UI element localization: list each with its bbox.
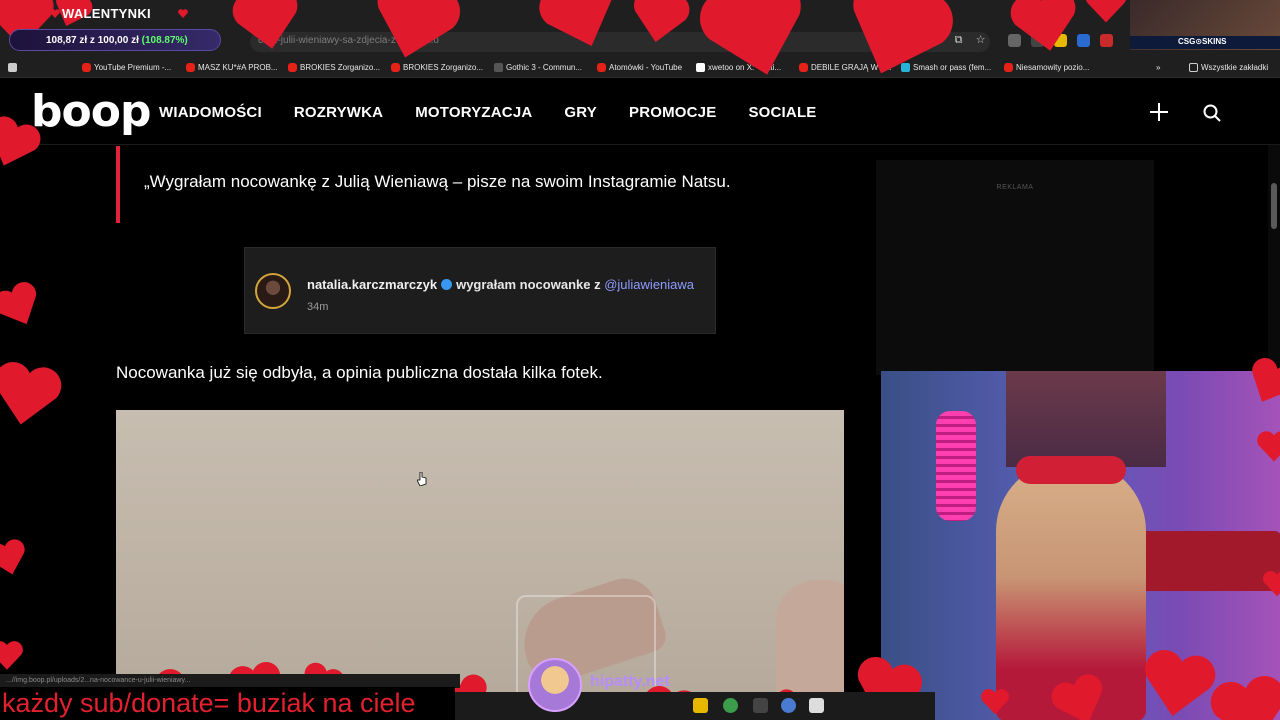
bookmark-item[interactable]: Smash or pass (fem... [901, 61, 991, 74]
nav-item-sociale[interactable]: SOCIALE [748, 104, 816, 121]
link-status-bar: ...//img.boop.pl/uploads/2...na-nocowanc… [0, 674, 460, 688]
nav-item-promocje[interactable]: PROMOCJE [629, 104, 716, 121]
ad-label: REKLAMA [996, 184, 1034, 191]
extension-icon[interactable] [1031, 34, 1044, 47]
extension-icon[interactable] [1100, 34, 1113, 47]
bookmark-item[interactable]: Atomówki - YouTube [597, 61, 682, 74]
apps-icon[interactable] [8, 61, 20, 74]
main-nav: WIADOMOŚCI ROZRYWKA MOTORYZACJA GRY PROM… [159, 104, 817, 121]
bookmarks-bar: YouTube Premium -... MASZ KU*#A PROB... … [0, 56, 1280, 78]
bookmark-item[interactable]: DEBILE GRAJĄ W P... [799, 61, 891, 74]
sub-announcement-banner: każdy sub/donate= buziak na ciele [0, 687, 455, 720]
heart-icon [178, 9, 188, 18]
instagram-message: wygrałam nocowanke z [456, 277, 601, 292]
star-icon[interactable]: ☆ [974, 34, 987, 47]
instagram-embed[interactable]: natalia.karczmarczyk wygrałam nocowanke z… [244, 247, 716, 334]
nav-item-rozrywka[interactable]: ROZRYWKA [294, 104, 383, 121]
chrome-icon[interactable] [723, 698, 738, 713]
instagram-post-line: natalia.karczmarczyk wygrałam nocowanke z… [307, 277, 694, 292]
youtube-icon [288, 63, 297, 72]
webcam-bandana [1016, 456, 1126, 484]
streamer-handle: hipatty.net [590, 673, 670, 690]
sponsor-label: CSG⊙SKINS [1178, 37, 1227, 46]
app-icon[interactable] [753, 698, 768, 713]
bookmark-item[interactable]: Gothic 3 - Commun... [494, 61, 582, 74]
plus-icon[interactable] [1150, 103, 1168, 121]
extensions [1008, 34, 1113, 47]
youtube-icon [82, 63, 91, 72]
site-icon [494, 63, 503, 72]
app-icon[interactable] [781, 698, 796, 713]
file-explorer-icon[interactable] [693, 698, 708, 713]
youtube-icon [391, 63, 400, 72]
extension-icon[interactable] [1054, 34, 1067, 47]
url-text: ce-u-julii-wieniawy-sa-zdjecia-z-sauny..… [258, 35, 439, 46]
install-icon[interactable]: ⧉ [952, 34, 965, 47]
youtube-icon [799, 63, 808, 72]
site-icon [901, 63, 910, 72]
webcam-wall-art [1006, 371, 1166, 467]
webcam-microphone [936, 411, 976, 521]
avatar [528, 658, 582, 712]
nav-item-gry[interactable]: GRY [564, 104, 597, 121]
streamer-handle-badge: hipatty.net [528, 658, 688, 712]
site-logo[interactable]: boop [31, 86, 151, 137]
webcam-streamer [996, 461, 1146, 720]
search-icon[interactable] [1203, 104, 1221, 122]
zoom-icon[interactable]: ⊕ [930, 34, 943, 47]
bookmark-item[interactable]: BROKIES Zorganizo... [288, 61, 380, 74]
site-header: boop WIADOMOŚCI ROZRYWKA MOTORYZACJA GRY… [0, 80, 1280, 145]
all-bookmarks-folder[interactable]: Wszystkie zakładki [1189, 61, 1268, 74]
verified-icon [441, 279, 453, 290]
pointer-cursor-icon [417, 472, 427, 486]
quote-accent-bar [116, 146, 120, 223]
youtube-icon [1004, 63, 1013, 72]
streamer-webcam [881, 371, 1280, 720]
sponsor-banner: CSG⊙SKINS [1130, 36, 1280, 49]
sub-announcement-text: każdy sub/donate= buziak na ciele [2, 688, 416, 718]
nav-item-wiadomosci[interactable]: WIADOMOŚCI [159, 104, 262, 121]
bookmark-item[interactable]: xwetoo on X: "Mati... [696, 61, 781, 74]
youtube-icon [186, 63, 195, 72]
ad-slot[interactable]: REKLAMA [876, 160, 1154, 375]
instagram-timestamp: 34m [307, 301, 329, 313]
goal-progress-bar: 108,87 zł z 100,00 zł (108.87%) [9, 29, 221, 51]
more-bookmarks-icon[interactable]: » [1152, 61, 1160, 74]
extension-icon[interactable] [1008, 34, 1021, 47]
bookmark-item[interactable]: BROKIES Zorganizo... [391, 61, 483, 74]
bookmark-item[interactable]: YouTube Premium -... [82, 61, 171, 74]
nav-item-motoryzacja[interactable]: MOTORYZACJA [415, 104, 532, 121]
youtube-icon [597, 63, 606, 72]
url-actions: ⊕ ⧉ ☆ [930, 34, 987, 47]
folder-icon [1189, 63, 1198, 72]
donation-goal: WALENTYNKI 108,87 zł z 100,00 zł (108.87… [6, 2, 224, 54]
goal-progress-text: 108,87 zł z 100,00 zł (108.87%) [46, 35, 188, 46]
scrollbar-thumb[interactable] [1271, 183, 1277, 229]
article-paragraph: Nocowanka już się odbyła, a opinia publi… [116, 363, 603, 382]
bookmark-item[interactable]: MASZ KU*#A PROB... [186, 61, 278, 74]
avatar[interactable] [255, 273, 291, 309]
bookmark-item[interactable]: Niesamowity pozio... [1004, 61, 1089, 74]
extension-icon[interactable] [1077, 34, 1090, 47]
heart-icon [50, 9, 60, 18]
instagram-username[interactable]: natalia.karczmarczyk [307, 277, 437, 292]
article-body: „Wygrałam nocowankę z Julią Wieniawą – p… [0, 146, 860, 720]
article-quote: „Wygrałam nocowankę z Julią Wieniawą – p… [144, 172, 731, 191]
os-taskbar [455, 692, 935, 720]
url-field[interactable]: ce-u-julii-wieniawy-sa-zdjecia-z-sauny..… [250, 32, 990, 52]
x-icon [696, 63, 705, 72]
app-icon[interactable] [809, 698, 824, 713]
goal-title: WALENTYNKI [62, 6, 151, 21]
instagram-mention[interactable]: @juliawieniawa [604, 277, 694, 292]
